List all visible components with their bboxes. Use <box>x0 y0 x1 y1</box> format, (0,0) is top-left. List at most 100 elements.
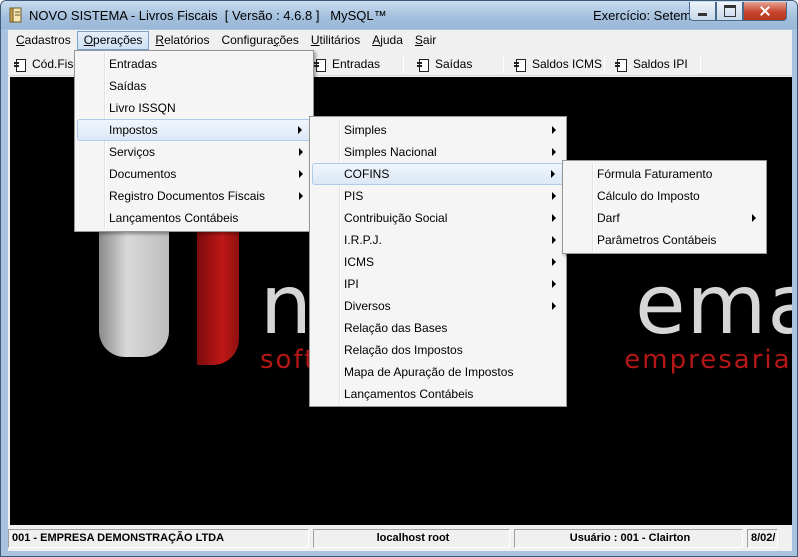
menu-item-label: COFINS <box>344 167 390 181</box>
menu-item-diversos[interactable]: Diversos <box>312 295 564 317</box>
toolbar-saldos-icms-button[interactable]: Saldos ICMS <box>510 54 602 74</box>
menu-item-label: Livro ISSQN <box>109 101 176 115</box>
submenu-arrow-icon <box>298 126 302 134</box>
maximize-icon[interactable] <box>716 2 743 21</box>
menu-item-label: Diversos <box>344 299 391 313</box>
menu-operacoes[interactable]: Operações <box>76 31 150 50</box>
submenu-arrow-icon <box>299 170 303 178</box>
toolbar-saldos-ipi-button[interactable]: Saldos IPI <box>611 54 688 74</box>
submenu-arrow-icon <box>552 258 556 266</box>
menu-item-label: Entradas <box>109 57 158 71</box>
toolbar-cod-fisc-button[interactable]: Cód.Fisc <box>10 54 79 74</box>
menu-item-label: Impostos <box>109 123 158 137</box>
menu-bar: Cadastros Operações Relatórios Configura… <box>8 30 792 51</box>
menu-item-label: I.R.P.J. <box>344 233 382 247</box>
menu-item-label: ICMS <box>344 255 374 269</box>
submenu-arrow-icon <box>552 214 556 222</box>
document-icon <box>417 58 430 72</box>
menu-item-label: Contribuição Social <box>344 211 448 225</box>
menu-item-contribuicao-social[interactable]: Contribuição Social <box>312 207 564 229</box>
menu-item-irpj[interactable]: I.R.P.J. <box>312 229 564 251</box>
menu-item-simples[interactable]: Simples <box>312 119 564 141</box>
submenu-arrow-icon <box>552 302 556 310</box>
menu-item-label: Serviços <box>109 145 156 159</box>
menu-sair[interactable]: Sair <box>409 31 442 50</box>
menu-item-pis[interactable]: PIS <box>312 185 564 207</box>
menu-item-entradas[interactable]: Entradas <box>77 53 311 75</box>
menu-item-label: Darf <box>597 211 620 225</box>
close-icon[interactable] <box>743 2 787 21</box>
menu-utilitarios[interactable]: Utilitários <box>305 31 366 50</box>
menu-item-label: Relação dos Impostos <box>344 343 463 357</box>
menu-item-saidas[interactable]: Saídas <box>77 75 311 97</box>
menu-item-label: Mapa de Apuração de Impostos <box>344 365 514 379</box>
menu-item-label: IPI <box>344 277 359 291</box>
menu-item-ipi[interactable]: IPI <box>312 273 564 295</box>
submenu-arrow-icon <box>299 148 303 156</box>
menu-item-relacao-das-bases[interactable]: Relação das Bases <box>312 317 564 339</box>
menu-item-label: Lançamentos Contábeis <box>109 211 239 225</box>
menu-item-servicos[interactable]: Serviços <box>77 141 311 163</box>
toolbar-label: Saldos ICMS <box>532 57 603 71</box>
menu-item-simples-nacional[interactable]: Simples Nacional <box>312 141 564 163</box>
document-icon <box>514 58 527 72</box>
document-icon <box>314 58 327 72</box>
submenu-arrow-icon <box>552 236 556 244</box>
minimize-icon[interactable] <box>689 2 716 21</box>
menu-item-mapa-de-apuracao[interactable]: Mapa de Apuração de Impostos <box>312 361 564 383</box>
operacoes-menu: Entradas Saídas Livro ISSQN Impostos Ser… <box>74 50 314 232</box>
toolbar-separator <box>403 55 404 73</box>
menu-item-formula-faturamento[interactable]: Fórmula Faturamento <box>565 163 764 185</box>
status-server: localhost root <box>313 529 510 548</box>
document-icon <box>615 58 628 72</box>
submenu-arrow-icon <box>752 214 756 222</box>
exercise-label: Exercício: Setem... <box>593 8 703 23</box>
submenu-arrow-icon <box>552 148 556 156</box>
book-icon <box>9 7 22 23</box>
menu-relatorios[interactable]: Relatórios <box>149 31 215 50</box>
menu-item-darf[interactable]: Darf <box>565 207 764 229</box>
submenu-arrow-icon <box>552 192 556 200</box>
menu-item-icms[interactable]: ICMS <box>312 251 564 273</box>
submenu-arrow-icon <box>552 280 556 288</box>
menu-item-label: PIS <box>344 189 364 203</box>
toolbar-label: Entradas <box>332 57 381 71</box>
status-empresa: 001 - EMPRESA DEMONSTRAÇÃO LTDA <box>8 529 309 548</box>
menu-item-cofins[interactable]: COFINS <box>312 163 564 185</box>
status-date: 8/02/ <box>747 529 778 548</box>
submenu-arrow-icon <box>552 126 556 134</box>
menu-item-impostos[interactable]: Impostos <box>77 119 311 141</box>
menu-item-label: Documentos <box>109 167 177 181</box>
impostos-submenu: Simples Simples Nacional COFINS PIS Cont… <box>309 116 567 407</box>
menu-item-label: Saídas <box>109 79 147 93</box>
menu-item-lancamentos-contabeis[interactable]: Lançamentos Contábeis <box>77 207 311 229</box>
cofins-submenu: Fórmula Faturamento Cálculo do Imposto D… <box>562 160 767 254</box>
menu-item-label: Registro Documentos Fiscais <box>109 189 266 203</box>
menu-item-label: Cálculo do Imposto <box>597 189 700 203</box>
menu-cadastros[interactable]: Cadastros <box>10 31 77 50</box>
menu-item-registro-documentos-fiscais[interactable]: Registro Documentos Fiscais <box>77 185 311 207</box>
window-title: NOVO SISTEMA - Livros Fiscais [ Versão :… <box>29 8 387 23</box>
toolbar-label: Saídas <box>435 57 473 71</box>
toolbar-separator <box>503 55 504 73</box>
status-usuario: Usuário : 001 - Clairton <box>514 529 743 548</box>
menu-ajuda[interactable]: Ajuda <box>366 31 409 50</box>
document-icon <box>14 58 27 72</box>
menu-item-label: Fórmula Faturamento <box>597 167 713 181</box>
toolbar-saidas-button[interactable]: Saídas <box>413 54 472 74</box>
menu-item-label: Parâmetros Contábeis <box>597 233 717 247</box>
toolbar-label: Saldos IPI <box>633 57 688 71</box>
submenu-arrow-icon <box>551 170 555 178</box>
title-bar[interactable]: NOVO SISTEMA - Livros Fiscais [ Versão :… <box>1 1 797 29</box>
toolbar-entradas-button[interactable]: Entradas <box>310 54 380 74</box>
menu-item-livro-issqn[interactable]: Livro ISSQN <box>77 97 311 119</box>
menu-item-lancamentos-contabeis-impostos[interactable]: Lançamentos Contábeis <box>312 383 564 405</box>
menu-item-label: Lançamentos Contábeis <box>344 387 474 401</box>
menu-configuracoes[interactable]: Configurações <box>215 31 304 50</box>
menu-item-label: Simples <box>344 123 387 137</box>
menu-item-parametros-contabeis[interactable]: Parâmetros Contábeis <box>565 229 764 251</box>
menu-item-relacao-dos-impostos[interactable]: Relação dos Impostos <box>312 339 564 361</box>
menu-item-calculo-do-imposto[interactable]: Cálculo do Imposto <box>565 185 764 207</box>
menu-item-label: Relação das Bases <box>344 321 448 335</box>
menu-item-documentos[interactable]: Documentos <box>77 163 311 185</box>
